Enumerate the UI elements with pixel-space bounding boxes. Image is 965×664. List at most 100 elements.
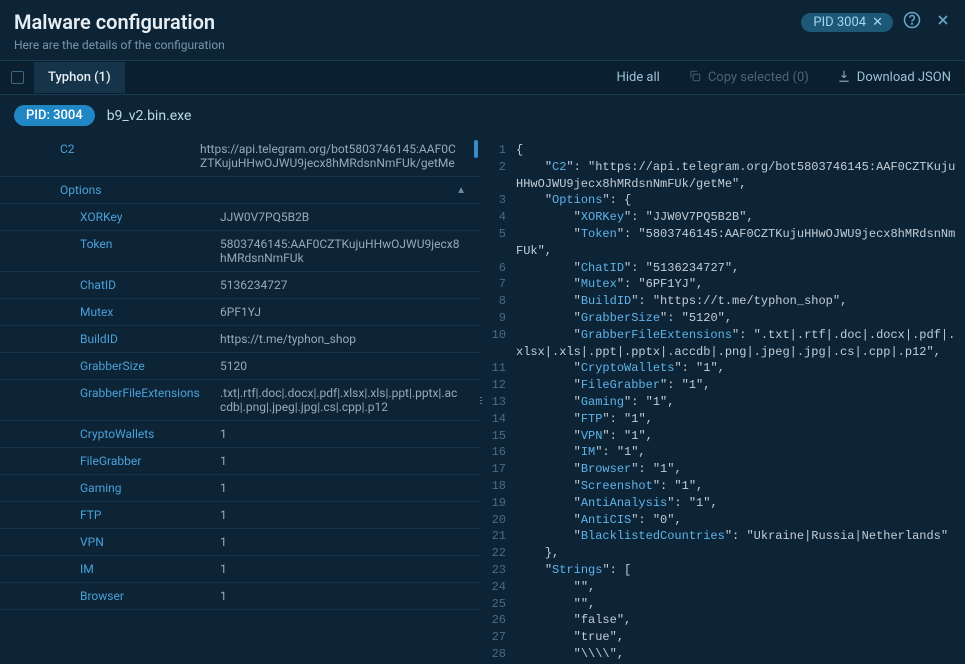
config-row[interactable]: Browser1 (0, 583, 480, 610)
pid-filter-badge[interactable]: PID 3004 ✕ (801, 13, 893, 32)
code-text[interactable]: "VPN": "1", (516, 428, 965, 445)
config-key: FileGrabber (80, 454, 220, 468)
splitter-handle[interactable] (480, 390, 484, 410)
config-row[interactable]: Gaming1 (0, 475, 480, 502)
config-value: .txt|.rtf|.doc|.docx|.pdf|.xlsx|.xls|.pp… (220, 386, 470, 414)
code-text[interactable]: "false", (516, 612, 965, 629)
code-text[interactable]: "C2": "https://api.telegram.org/bot58037… (516, 159, 965, 193)
hide-all-button[interactable]: Hide all (603, 70, 674, 85)
section-header[interactable]: Options▲ (0, 177, 480, 204)
code-text[interactable]: "CryptoWallets": "1", (516, 360, 965, 377)
config-key: Browser (80, 589, 220, 603)
code-text[interactable]: }, (516, 545, 965, 562)
close-icon[interactable]: ✕ (872, 15, 883, 30)
code-text[interactable]: "ChatID": "5136234727", (516, 260, 965, 277)
help-icon[interactable] (903, 11, 921, 33)
config-row[interactable]: BuildIDhttps://t.me/typhon_shop (0, 326, 480, 353)
line-number: 12 (480, 377, 516, 394)
config-row[interactable]: C2https://api.telegram.org/bot5803746145… (0, 136, 480, 177)
code-line: 28 "\\\\", (480, 646, 965, 663)
config-tree-panel: C2https://api.telegram.org/bot5803746145… (0, 136, 480, 664)
line-number: 22 (480, 545, 516, 562)
line-number: 26 (480, 612, 516, 629)
code-text[interactable]: "BlacklistedCountries": "Ukraine|Russia|… (516, 528, 965, 545)
code-text[interactable]: "GrabberSize": "5120", (516, 310, 965, 327)
pid-chip[interactable]: PID: 3004 (14, 105, 95, 126)
config-key: GrabberFileExtensions (80, 386, 220, 400)
copy-selected-button[interactable]: Copy selected (0) (674, 69, 823, 87)
scrollbar-thumb[interactable] (474, 140, 478, 158)
code-text[interactable]: "BuildID": "https://t.me/typhon_shop", (516, 293, 965, 310)
code-line: 20 "AntiCIS": "0", (480, 512, 965, 529)
code-text[interactable]: "", (516, 579, 965, 596)
config-row[interactable]: IM1 (0, 556, 480, 583)
line-number: 6 (480, 260, 516, 277)
download-json-button[interactable]: Download JSON (823, 69, 965, 87)
code-text[interactable]: "Mutex": "6PF1YJ", (516, 276, 965, 293)
config-value: https://api.telegram.org/bot5803746145:A… (200, 142, 470, 170)
code-text[interactable]: "Screenshot": "1", (516, 478, 965, 495)
config-row[interactable]: Mutex6PF1YJ (0, 299, 480, 326)
code-text[interactable]: "Gaming": "1", (516, 394, 965, 411)
config-row[interactable]: FileGrabber1 (0, 448, 480, 475)
code-text[interactable]: "Options": { (516, 192, 965, 209)
line-number: 25 (480, 596, 516, 613)
config-value: https://t.me/typhon_shop (220, 332, 470, 346)
code-text[interactable]: "Token": "5803746145:AAF0CZTKujuHHwOJWU9… (516, 226, 965, 260)
config-value: 1 (220, 562, 470, 576)
config-value: 1 (220, 454, 470, 468)
config-key: XORKey (80, 210, 220, 224)
config-row[interactable]: GrabberFileExtensions.txt|.rtf|.doc|.doc… (0, 380, 480, 421)
config-key: Mutex (80, 305, 220, 319)
code-line: 12 "FileGrabber": "1", (480, 377, 965, 394)
code-line: 7 "Mutex": "6PF1YJ", (480, 276, 965, 293)
line-number: 8 (480, 293, 516, 310)
code-line: 9 "GrabberSize": "5120", (480, 310, 965, 327)
code-line: 17 "Browser": "1", (480, 461, 965, 478)
code-line: 22 }, (480, 545, 965, 562)
code-text[interactable]: "FTP": "1", (516, 411, 965, 428)
config-row[interactable]: ChatID5136234727 (0, 272, 480, 299)
config-row[interactable]: CryptoWallets1 (0, 421, 480, 448)
chevron-up-icon: ▲ (456, 185, 466, 196)
code-text[interactable]: { (516, 142, 965, 159)
select-all-checkbox[interactable] (0, 71, 34, 84)
code-line: 5 "Token": "5803746145:AAF0CZTKujuHHwOJW… (480, 226, 965, 260)
code-text[interactable]: "Browser": "1", (516, 461, 965, 478)
config-row[interactable]: FTP1 (0, 502, 480, 529)
process-name: b9_v2.bin.exe (107, 108, 192, 124)
code-line: 1{ (480, 142, 965, 159)
config-value: 1 (220, 589, 470, 603)
code-text[interactable]: "AntiCIS": "0", (516, 512, 965, 529)
line-number: 20 (480, 512, 516, 529)
code-text[interactable]: "Strings": [ (516, 562, 965, 579)
code-text[interactable]: "FileGrabber": "1", (516, 377, 965, 394)
config-key: IM (80, 562, 220, 576)
code-text[interactable]: "\\\\", (516, 646, 965, 663)
pid-filter-label: PID 3004 (813, 15, 866, 30)
config-row[interactable]: XORKeyJJW0V7PQ5B2B (0, 204, 480, 231)
config-row[interactable]: VPN1 (0, 529, 480, 556)
code-text[interactable]: "XORKey": "JJW0V7PQ5B2B", (516, 209, 965, 226)
process-bar: PID: 3004 b9_v2.bin.exe (0, 95, 965, 136)
code-text[interactable]: "true", (516, 629, 965, 646)
code-text[interactable]: "GrabberFileExtensions": ".txt|.rtf|.doc… (516, 327, 965, 361)
close-panel-icon[interactable] (935, 12, 951, 32)
tab-typhon[interactable]: Typhon (1) (34, 62, 125, 93)
page-title: Malware configuration (14, 10, 215, 34)
code-line: 3 "Options": { (480, 192, 965, 209)
toolbar: Typhon (1) Hide all Copy selected (0) Do… (0, 61, 965, 95)
code-text[interactable]: "IM": "1", (516, 444, 965, 461)
download-json-label: Download JSON (857, 70, 951, 85)
config-row[interactable]: Token5803746145:AAF0CZTKujuHHwOJWU9jecx8… (0, 231, 480, 272)
config-row[interactable]: GrabberSize5120 (0, 353, 480, 380)
config-value: 6PF1YJ (220, 305, 470, 319)
code-line: 24 "", (480, 579, 965, 596)
line-number: 21 (480, 528, 516, 545)
code-line: 19 "AntiAnalysis": "1", (480, 495, 965, 512)
config-value: 1 (220, 508, 470, 522)
line-number: 3 (480, 192, 516, 209)
code-text[interactable]: "AntiAnalysis": "1", (516, 495, 965, 512)
config-key: FTP (80, 508, 220, 522)
code-text[interactable]: "", (516, 596, 965, 613)
